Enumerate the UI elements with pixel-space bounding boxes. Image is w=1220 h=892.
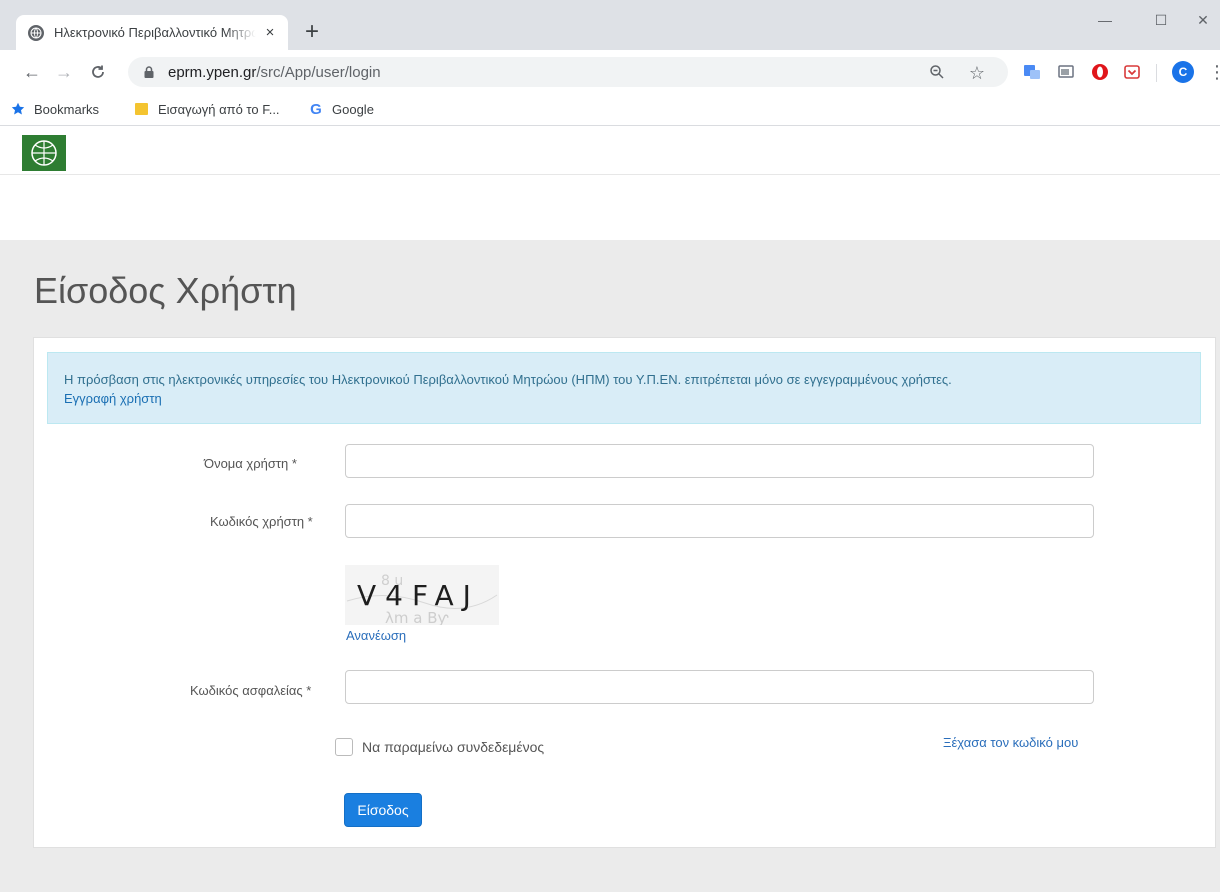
translate-extension-icon[interactable] bbox=[1022, 62, 1042, 82]
forward-arrow-icon[interactable]: → bbox=[50, 58, 78, 86]
url-domain: eprm.ypen.gr bbox=[168, 64, 257, 81]
tab-title: Ηλεκτρονικό Περιβαλλοντικό Μητρώο bbox=[54, 25, 256, 40]
register-user-link[interactable]: Εγγραφή χρήστη bbox=[64, 391, 162, 406]
bookmark-label: Bookmarks bbox=[34, 101, 100, 117]
info-alert: Η πρόσβαση στις ηλεκτρονικές υπηρεσίες τ… bbox=[47, 352, 1201, 424]
site-header bbox=[0, 127, 1220, 175]
reload-icon[interactable] bbox=[84, 58, 112, 86]
login-submit-button[interactable]: Είσοδος bbox=[344, 793, 422, 827]
lock-icon bbox=[144, 66, 154, 78]
toolbar-divider bbox=[1156, 64, 1157, 82]
remember-me-label[interactable]: Να παραμείνω συνδεδεμένος bbox=[362, 739, 544, 755]
profile-avatar[interactable]: C bbox=[1172, 61, 1194, 83]
menu-kebab-icon[interactable]: ⋮ bbox=[1208, 62, 1220, 82]
bookmark-item-import[interactable]: Εισαγωγή από το F... bbox=[134, 101, 280, 117]
bookmark-label: Google bbox=[332, 101, 374, 117]
folder-icon bbox=[134, 101, 150, 117]
globe-icon bbox=[28, 24, 44, 41]
opera-extension-icon[interactable] bbox=[1090, 62, 1110, 82]
password-input[interactable] bbox=[345, 504, 1094, 538]
tab-close-icon[interactable]: × bbox=[262, 24, 278, 41]
google-icon: G bbox=[310, 100, 322, 118]
browser-toolbar: ← → eprm.ypen.gr/src/App/user/login ☆ C … bbox=[0, 50, 1220, 94]
security-code-input[interactable] bbox=[345, 670, 1094, 704]
close-window-button[interactable]: ✕ bbox=[1186, 6, 1220, 34]
browser-tab[interactable]: Ηλεκτρονικό Περιβαλλοντικό Μητρώο × bbox=[16, 15, 288, 50]
forgot-password-link[interactable]: Ξέχασα τον κωδικό μου bbox=[943, 735, 1078, 750]
bookmarks-bar: Bookmarks Εισαγωγή από το F... G Google bbox=[0, 94, 1220, 126]
star-icon bbox=[10, 101, 26, 117]
minimize-button[interactable]: — bbox=[1082, 6, 1128, 34]
remember-me-checkbox[interactable] bbox=[335, 738, 353, 756]
maximize-button[interactable]: ☐ bbox=[1138, 6, 1184, 34]
username-input[interactable] bbox=[345, 444, 1094, 478]
zoom-icon[interactable] bbox=[928, 64, 946, 82]
bookmark-item-bookmarks[interactable]: Bookmarks bbox=[10, 101, 99, 117]
header-band bbox=[0, 175, 1220, 240]
username-label: Όνομα χρήστη * bbox=[204, 456, 297, 471]
ministry-logo[interactable] bbox=[22, 135, 66, 171]
security-code-label: Κωδικός ασφαλείας * bbox=[190, 683, 312, 698]
alert-message: Η πρόσβαση στις ηλεκτρονικές υπηρεσίες τ… bbox=[64, 372, 952, 387]
cast-extension-icon[interactable] bbox=[1056, 62, 1076, 82]
back-arrow-icon[interactable]: ← bbox=[18, 58, 46, 86]
page-title: Είσοδος Χρήστη bbox=[34, 270, 297, 311]
bookmark-star-icon[interactable]: ☆ bbox=[968, 64, 986, 82]
url-path: /src/App/user/login bbox=[256, 64, 381, 81]
bookmark-label: Εισαγωγή από το F... bbox=[158, 101, 280, 117]
browser-tabstrip: Ηλεκτρονικό Περιβαλλοντικό Μητρώο × + — … bbox=[0, 0, 1220, 50]
new-tab-button[interactable]: + bbox=[298, 19, 326, 47]
captcha-image: 8 u λm a Bƴ V4FAJ bbox=[345, 565, 499, 625]
address-bar[interactable]: eprm.ypen.gr/src/App/user/login ☆ bbox=[128, 57, 1008, 87]
captcha-text: V4FAJ bbox=[357, 579, 480, 612]
pocket-extension-icon[interactable] bbox=[1122, 62, 1142, 82]
bookmark-item-google[interactable]: G Google bbox=[308, 100, 374, 118]
captcha-refresh-link[interactable]: Ανανέωση bbox=[346, 628, 406, 643]
password-label: Κωδικός χρήστη * bbox=[210, 514, 313, 529]
url-text: eprm.ypen.gr/src/App/user/login bbox=[168, 64, 381, 81]
